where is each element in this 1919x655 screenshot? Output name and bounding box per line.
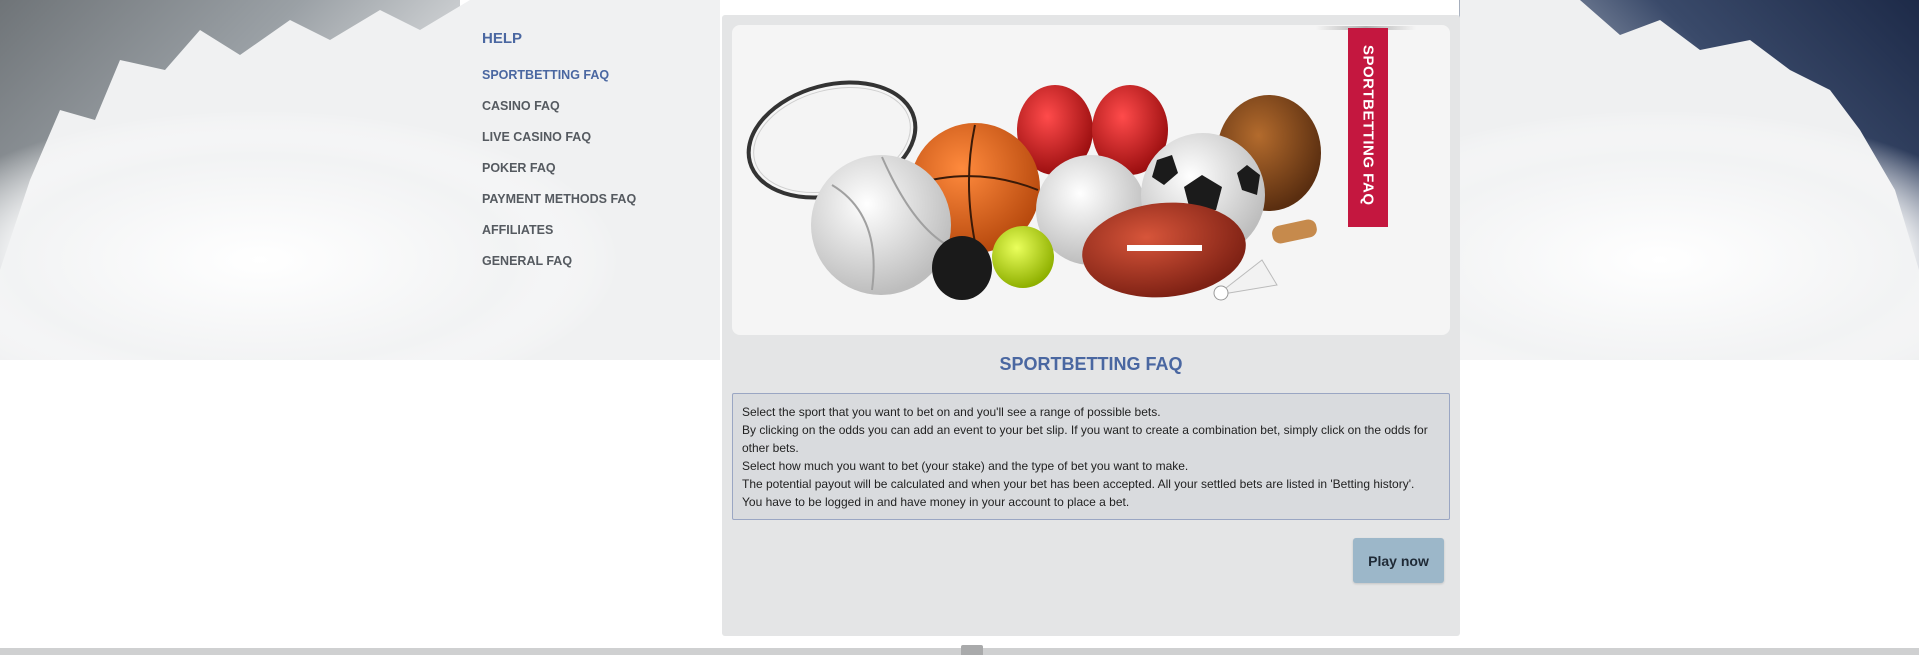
ribbon-label: SPORTBETTING FAQ: [1359, 45, 1377, 206]
faq-content-box: Select the sport that you want to bet on…: [732, 393, 1450, 520]
play-now-button[interactable]: Play now: [1353, 538, 1444, 583]
faq-line: Select how much you want to bet (your st…: [742, 459, 1189, 473]
sidebar-item-affiliates[interactable]: AFFILIATES: [482, 222, 712, 253]
sidebar-heading: HELP: [482, 30, 523, 47]
footer-bar: [0, 648, 1919, 655]
faq-line: The potential payout will be calculated …: [742, 477, 1415, 491]
help-sidebar: HELP SPORTBETTING FAQ CASINO FAQ LIVE CA…: [482, 30, 712, 284]
sidebar-item-payment-methods-faq[interactable]: PAYMENT METHODS FAQ: [482, 191, 712, 222]
sidebar-item-poker-faq[interactable]: POKER FAQ: [482, 160, 712, 191]
hero-banner: SPORTBETTING FAQ: [732, 25, 1450, 335]
faq-line: You have to be logged in and have money …: [742, 495, 1130, 509]
sidebar-item-sportbetting-faq[interactable]: SPORTBETTING FAQ: [482, 67, 712, 98]
content-panel: SPORTBETTING FAQ SPORTBETTING FAQ Select…: [722, 15, 1460, 636]
footer-toggle-tab[interactable]: [961, 645, 983, 655]
faq-line: Select the sport that you want to bet on…: [742, 405, 1161, 419]
sidebar-item-casino-faq[interactable]: CASINO FAQ: [482, 98, 712, 129]
sidebar-item-general-faq[interactable]: GENERAL FAQ: [482, 253, 712, 284]
sports-balls-image: [746, 80, 1321, 301]
page-title: SPORTBETTING FAQ: [999, 354, 1183, 374]
sidebar-item-live-casino-faq[interactable]: LIVE CASINO FAQ: [482, 129, 712, 160]
faq-line: By clicking on the odds you can add an e…: [742, 423, 1428, 455]
help-menu: SPORTBETTING FAQ CASINO FAQ LIVE CASINO …: [482, 67, 712, 284]
